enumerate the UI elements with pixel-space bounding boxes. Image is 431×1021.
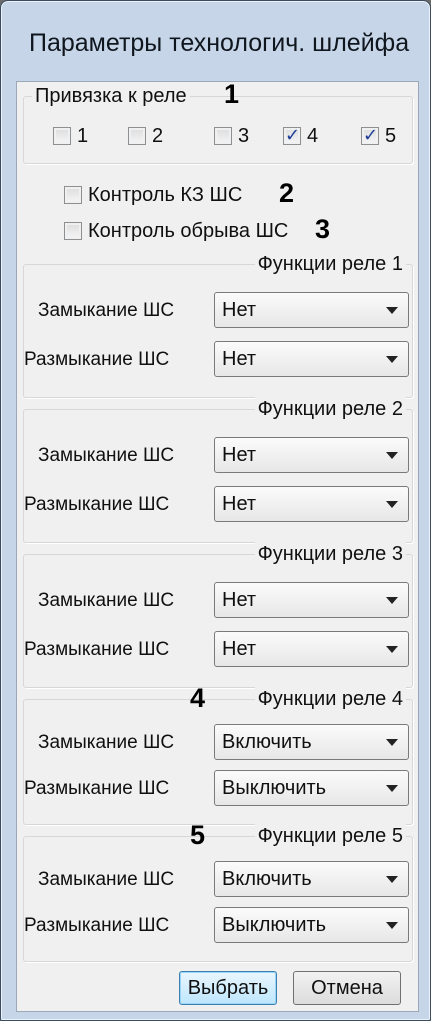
relay-2-open-label: Размыкание ШС (24, 494, 170, 515)
callout-marker-2: 2 (279, 178, 295, 208)
relay-1-open-label: Размыкание ШС (24, 349, 170, 370)
relay-4-label: 4 (307, 125, 319, 147)
checkmark-icon: ✓ (363, 125, 379, 145)
callout-marker-3: 3 (315, 214, 331, 244)
relay-1-functions-group: Функции реле 1 Замыкание ШС Нет Размыкан… (23, 252, 413, 398)
callout-marker-5: 5 (190, 820, 206, 850)
chevron-down-icon (386, 922, 398, 929)
relay-1-close-label: Замыкание ШС (38, 300, 175, 321)
break-control-label: Контроль обрыва ШС (88, 220, 289, 242)
relay-2-close-label: Замыкание ШС (38, 445, 175, 466)
window-title: Параметры технологич. шлейфа (29, 29, 410, 57)
relay-3-close-label: Замыкание ШС (38, 590, 175, 611)
chevron-down-icon (386, 597, 398, 604)
title-bar[interactable]: Параметры технологич. шлейфа (7, 1, 424, 81)
relay-5-close-label: Замыкание ШС (38, 869, 175, 890)
chevron-down-icon (386, 452, 398, 459)
relay-2-functions-group: Функции реле 2 Замыкание ШС Нет Размыкан… (23, 397, 413, 543)
relay-binding-group: Привязка к реле 1 1 2 3 ✓ 4 ✓ 5 (23, 79, 413, 164)
relay-4-close-value: Включить (222, 731, 312, 753)
chevron-down-icon (386, 785, 398, 792)
relay-5-open-value: Выключить (222, 914, 327, 936)
relay-2-functions-title: Функции реле 2 (254, 397, 406, 421)
relay-5-label: 5 (385, 125, 397, 147)
relay-2-close-value: Нет (222, 444, 257, 466)
relay-3-open-select[interactable]: Нет (214, 631, 409, 667)
chevron-down-icon (386, 876, 398, 883)
relay-4-open-label: Размыкание ШС (24, 778, 170, 799)
relay-4-open-value: Выключить (222, 777, 327, 799)
relay-5-functions-title: Функции реле 5 (254, 824, 406, 848)
relay-3-close-value: Нет (222, 589, 257, 611)
relay-3-label: 3 (238, 125, 250, 147)
relay-2-close-select[interactable]: Нет (214, 437, 409, 473)
relay-2-open-value: Нет (222, 493, 257, 515)
relay-5-open-select[interactable]: Выключить (214, 907, 409, 943)
chevron-down-icon (386, 356, 398, 363)
relay-5-open-label: Размыкание ШС (24, 915, 170, 936)
relay-1-label: 1 (77, 125, 89, 147)
checkmark-icon: ✓ (285, 125, 301, 145)
relay-3-close-select[interactable]: Нет (214, 582, 409, 618)
relay-4-close-label: Замыкание ШС (38, 732, 175, 753)
chevron-down-icon (386, 739, 398, 746)
relay-3-functions-group: Функции реле 3 Замыкание ШС Нет Размыкан… (23, 542, 413, 688)
relay-4-functions-group: 4 Функции реле 4 Замыкание ШС Включить Р… (23, 683, 413, 825)
relay-4-functions-title: Функции реле 4 (254, 687, 406, 711)
callout-marker-1: 1 (224, 79, 240, 109)
select-button[interactable]: Выбрать (179, 971, 277, 1005)
relay-2-checkbox[interactable] (128, 127, 146, 145)
break-control-checkbox[interactable] (64, 222, 82, 240)
relay-1-open-select[interactable]: Нет (214, 341, 409, 377)
cancel-button[interactable]: Отмена (293, 971, 401, 1005)
callout-marker-4: 4 (190, 683, 206, 713)
relay-4-close-select[interactable]: Включить (214, 724, 409, 760)
relay-3-functions-title: Функции реле 3 (254, 542, 406, 566)
relay-1-close-select[interactable]: Нет (214, 292, 409, 328)
relay-4-open-select[interactable]: Выключить (214, 770, 409, 806)
chevron-down-icon (386, 307, 398, 314)
relay-2-open-select[interactable]: Нет (214, 486, 409, 522)
short-circuit-control-label: Контроль КЗ ШС (88, 184, 243, 206)
relay-2-label: 2 (152, 125, 164, 147)
relay-3-open-label: Размыкание ШС (24, 639, 170, 660)
short-circuit-control-checkbox[interactable] (64, 186, 82, 204)
relay-5-close-value: Включить (222, 868, 312, 890)
chevron-down-icon (386, 501, 398, 508)
relay-1-close-value: Нет (222, 299, 257, 321)
relay-5-checkbox[interactable]: ✓ (361, 125, 379, 145)
relay-1-checkbox[interactable] (53, 127, 71, 145)
relay-4-checkbox[interactable]: ✓ (283, 125, 301, 145)
relay-5-functions-group: 5 Функции реле 5 Замыкание ШС Включить Р… (23, 820, 413, 962)
chevron-down-icon (386, 646, 398, 653)
relay-5-close-select[interactable]: Включить (214, 861, 409, 897)
relay-1-functions-title: Функции реле 1 (254, 252, 406, 276)
relay-3-checkbox[interactable] (214, 127, 232, 145)
dialog-client-area: Привязка к реле 1 1 2 3 ✓ 4 ✓ 5 Контроль… (16, 79, 419, 1012)
relay-binding-legend: Привязка к реле (32, 84, 190, 108)
relay-3-open-value: Нет (222, 638, 257, 660)
relay-1-open-value: Нет (222, 348, 257, 370)
dialog-window: Параметры технологич. шлейфа Привязка к … (0, 0, 431, 1021)
